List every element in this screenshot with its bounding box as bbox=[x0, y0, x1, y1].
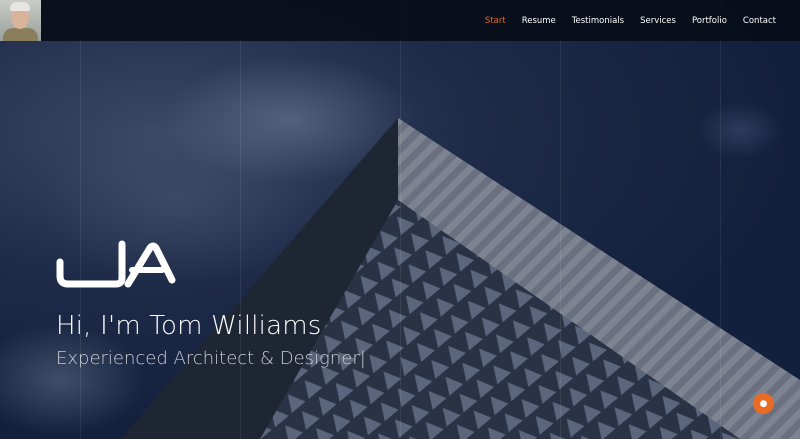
avatar[interactable] bbox=[0, 0, 41, 41]
nav-services[interactable]: Services bbox=[640, 16, 676, 26]
chat-bubble-icon: ● bbox=[759, 398, 768, 409]
nav-resume[interactable]: Resume bbox=[522, 16, 556, 26]
grid-line bbox=[400, 0, 401, 439]
ja-logo bbox=[56, 240, 176, 288]
nav-contact[interactable]: Contact bbox=[743, 16, 776, 26]
chat-button[interactable]: ● bbox=[753, 393, 774, 414]
top-navbar: Start Resume Testimonials Services Portf… bbox=[0, 0, 800, 41]
hero-subtitle: Experienced Architect & Designer| bbox=[56, 348, 366, 369]
nav-portfolio[interactable]: Portfolio bbox=[692, 16, 727, 26]
grid-line bbox=[720, 0, 721, 439]
hero-title: Hi, I'm Tom Williams bbox=[56, 311, 322, 341]
nav-testimonials[interactable]: Testimonials bbox=[572, 16, 624, 26]
grid-line bbox=[80, 0, 81, 439]
nav-start[interactable]: Start bbox=[485, 16, 506, 26]
grid-line bbox=[240, 0, 241, 439]
grid-line bbox=[560, 0, 561, 439]
